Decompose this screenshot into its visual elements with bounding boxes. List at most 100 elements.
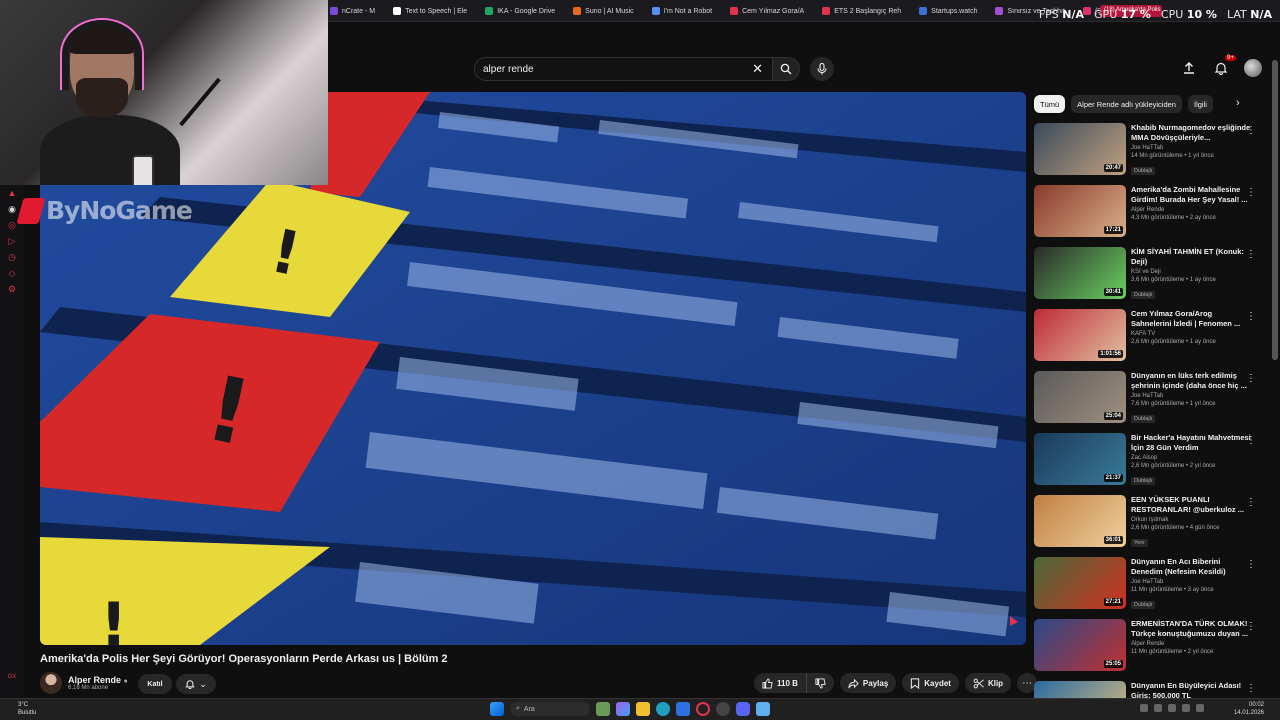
windows-start-icon[interactable] bbox=[490, 702, 504, 716]
bookmark-item[interactable]: nCrate - M bbox=[330, 7, 375, 15]
channel-name[interactable]: Alper Rende bbox=[1131, 207, 1251, 213]
clip-button[interactable]: Klip bbox=[964, 673, 1012, 693]
video-thumbnail[interactable]: 17:21 bbox=[1034, 185, 1126, 237]
settings-icon[interactable]: ⚙ bbox=[7, 284, 17, 294]
video-title[interactable]: Khabib Nurmagomedov eşliğinde MMA Dövüşç… bbox=[1131, 123, 1251, 143]
channel-name[interactable]: Alper Rende bbox=[1131, 641, 1251, 647]
bookmark-item[interactable]: Suno | AI Music bbox=[573, 7, 634, 15]
recommended-video[interactable]: 25:04 Dünyanın en lüks terk edilmiş şehri… bbox=[1034, 371, 1260, 433]
video-thumbnail[interactable]: 25:05 bbox=[1034, 619, 1126, 671]
history-icon[interactable]: ◷ bbox=[7, 252, 17, 262]
search-button[interactable] bbox=[772, 57, 800, 81]
bookmark-item[interactable]: I'm Not a Robot bbox=[651, 7, 712, 15]
gx-icon[interactable]: GX bbox=[8, 674, 17, 680]
more-vertical-icon[interactable]: ⋮ bbox=[1246, 621, 1256, 632]
bookmark-item[interactable]: ETS 2 Başlangıç Reh bbox=[822, 7, 901, 15]
video-thumbnail[interactable]: 25:04 bbox=[1034, 371, 1126, 423]
messenger-icon[interactable]: ◎ bbox=[7, 220, 17, 230]
page-scrollbar[interactable] bbox=[1272, 60, 1278, 360]
discord-icon[interactable] bbox=[736, 702, 750, 716]
save-button[interactable]: Kaydet bbox=[902, 673, 959, 693]
edge-icon[interactable] bbox=[656, 702, 670, 716]
recommended-video[interactable]: 20:47 Khabib Nurmagomedov eşliğinde MMA D… bbox=[1034, 123, 1260, 185]
player-icon[interactable]: ▷ bbox=[7, 236, 17, 246]
tray-icon[interactable] bbox=[1182, 704, 1190, 712]
github-icon[interactable] bbox=[716, 702, 730, 716]
bookmarks-icon[interactable]: ◇ bbox=[7, 268, 17, 278]
video-thumbnail[interactable]: 36:01 bbox=[1034, 495, 1126, 547]
recommended-video[interactable]: 25:05 ERMENİSTAN'DA TÜRK OLMAK! Türkçe ko… bbox=[1034, 619, 1260, 681]
video-title[interactable]: Dünyanın En Acı Biberini Denedim (Nefesi… bbox=[1131, 557, 1251, 577]
recommended-video[interactable]: 27:21 Dünyanın En Acı Biberini Denedim (N… bbox=[1034, 557, 1260, 619]
chevron-right-icon[interactable]: › bbox=[1236, 97, 1240, 109]
video-thumbnail[interactable]: 20:47 bbox=[1034, 123, 1126, 175]
subscription-bell-button[interactable]: ⌄ bbox=[176, 674, 216, 694]
channel-name[interactable]: Joe HaTTab bbox=[1131, 393, 1251, 399]
recommended-video[interactable]: 30:41 KİM SİYAHİ TAHMİN ET (Konuk: Deji) K… bbox=[1034, 247, 1260, 309]
aria-icon[interactable]: ▲ bbox=[7, 188, 17, 198]
file-explorer-icon[interactable] bbox=[636, 702, 650, 716]
store-icon[interactable] bbox=[676, 702, 690, 716]
video-title[interactable]: Bir Hacker'a Hayatını Mahvetmesi İçin 28… bbox=[1131, 433, 1251, 453]
filter-chip[interactable]: İlgili bbox=[1187, 95, 1213, 113]
bookmark-item[interactable]: Cem Yılmaz Gora/A bbox=[730, 7, 804, 15]
bookmark-item[interactable]: Text to Speech | Ele bbox=[393, 7, 467, 15]
recommended-video[interactable]: 36:01 EEN YÜKSEK PUANLI RESTORANLAR! @ube… bbox=[1034, 495, 1260, 557]
more-vertical-icon[interactable]: ⋮ bbox=[1246, 187, 1256, 198]
channel-name[interactable]: KAFA TV bbox=[1131, 331, 1251, 337]
video-title[interactable]: KİM SİYAHİ TAHMİN ET (Konuk: Deji) bbox=[1131, 247, 1251, 267]
more-vertical-icon[interactable]: ⋮ bbox=[1246, 683, 1256, 694]
more-vertical-icon[interactable]: ⋮ bbox=[1246, 125, 1256, 136]
join-button[interactable]: Katıl bbox=[138, 674, 172, 694]
channel-name[interactable]: Alper Rende ● bbox=[68, 675, 128, 685]
search-box[interactable]: ✕ bbox=[474, 57, 774, 81]
account-avatar[interactable] bbox=[1244, 59, 1262, 77]
video-title[interactable]: Dünyanın en lüks terk edilmiş şehrinin i… bbox=[1131, 371, 1251, 391]
video-thumbnail[interactable]: 1:01:56 bbox=[1034, 309, 1126, 361]
search-input[interactable] bbox=[483, 63, 743, 75]
taskbar-search[interactable]: ⌕ Ara bbox=[510, 702, 590, 716]
bookmark-item[interactable]: Startups.watch bbox=[919, 7, 977, 15]
channel-name[interactable]: Zac Alsop bbox=[1131, 455, 1251, 461]
tray-icon[interactable] bbox=[1196, 704, 1204, 712]
recommended-video[interactable]: 1:01:56 Cem Yılmaz Gora/Arog Sahnelerini … bbox=[1034, 309, 1260, 371]
more-vertical-icon[interactable]: ⋮ bbox=[1246, 249, 1256, 260]
recommended-video[interactable]: 21:37 Bir Hacker'a Hayatını Mahvetmesi İç… bbox=[1034, 433, 1260, 495]
more-vertical-icon[interactable]: ⋮ bbox=[1246, 373, 1256, 384]
share-button[interactable]: Paylaş bbox=[839, 673, 897, 693]
video-thumbnail[interactable]: 21:37 bbox=[1034, 433, 1126, 485]
filter-chip[interactable]: Tümü bbox=[1034, 95, 1066, 113]
discord-icon[interactable]: ◉ bbox=[7, 204, 17, 214]
more-vertical-icon[interactable]: ⋮ bbox=[1246, 311, 1256, 322]
more-vertical-icon[interactable]: ⋮ bbox=[1246, 435, 1256, 446]
like-button[interactable]: 110 B bbox=[754, 673, 807, 693]
video-title[interactable]: ERMENİSTAN'DA TÜRK OLMAK! Türkçe konuştu… bbox=[1131, 619, 1251, 639]
weather-widget[interactable]: 3°C Bulutlu bbox=[18, 701, 36, 717]
more-vertical-icon[interactable]: ⋮ bbox=[1246, 559, 1256, 570]
dislike-button[interactable] bbox=[806, 673, 834, 693]
recommended-video[interactable]: 17:21 Amerika'da Zombi Mahallesine Girdim… bbox=[1034, 185, 1260, 247]
more-vertical-icon[interactable]: ⋮ bbox=[1246, 497, 1256, 508]
app-icon[interactable] bbox=[756, 702, 770, 716]
channel-name[interactable]: Joe HaTTab bbox=[1131, 145, 1251, 151]
video-thumbnail[interactable]: 30:41 bbox=[1034, 247, 1126, 299]
copilot-icon[interactable] bbox=[616, 702, 630, 716]
channel-name[interactable]: Joe HaTTab bbox=[1131, 579, 1251, 585]
task-view-icon[interactable] bbox=[596, 702, 610, 716]
video-thumbnail[interactable]: 27:21 bbox=[1034, 557, 1126, 609]
tray-icon[interactable] bbox=[1154, 704, 1162, 712]
channel-name[interactable]: KSI ve Deji bbox=[1131, 269, 1251, 275]
notifications-button[interactable]: 9+ bbox=[1212, 55, 1236, 77]
video-title[interactable]: EEN YÜKSEK PUANLI RESTORANLAR! @uberkulo… bbox=[1131, 495, 1251, 515]
channel-avatar[interactable] bbox=[40, 672, 62, 694]
voice-search-button[interactable] bbox=[810, 57, 834, 81]
clear-search-icon[interactable]: ✕ bbox=[752, 62, 763, 76]
opera-gx-icon[interactable] bbox=[696, 702, 710, 716]
filter-chip[interactable]: Alper Rende adlı yükleyiciden bbox=[1071, 95, 1182, 113]
video-title[interactable]: Cem Yılmaz Gora/Arog Sahnelerini İzledi … bbox=[1131, 309, 1251, 329]
channel-name[interactable]: Orkun Işıtmak bbox=[1131, 517, 1251, 523]
tray-icon[interactable] bbox=[1140, 704, 1148, 712]
video-title[interactable]: Amerika'da Zombi Mahallesine Girdim! Bur… bbox=[1131, 185, 1251, 205]
clock[interactable]: 00:02 14.01.2026 bbox=[1234, 701, 1264, 717]
tray-icon[interactable] bbox=[1168, 704, 1176, 712]
